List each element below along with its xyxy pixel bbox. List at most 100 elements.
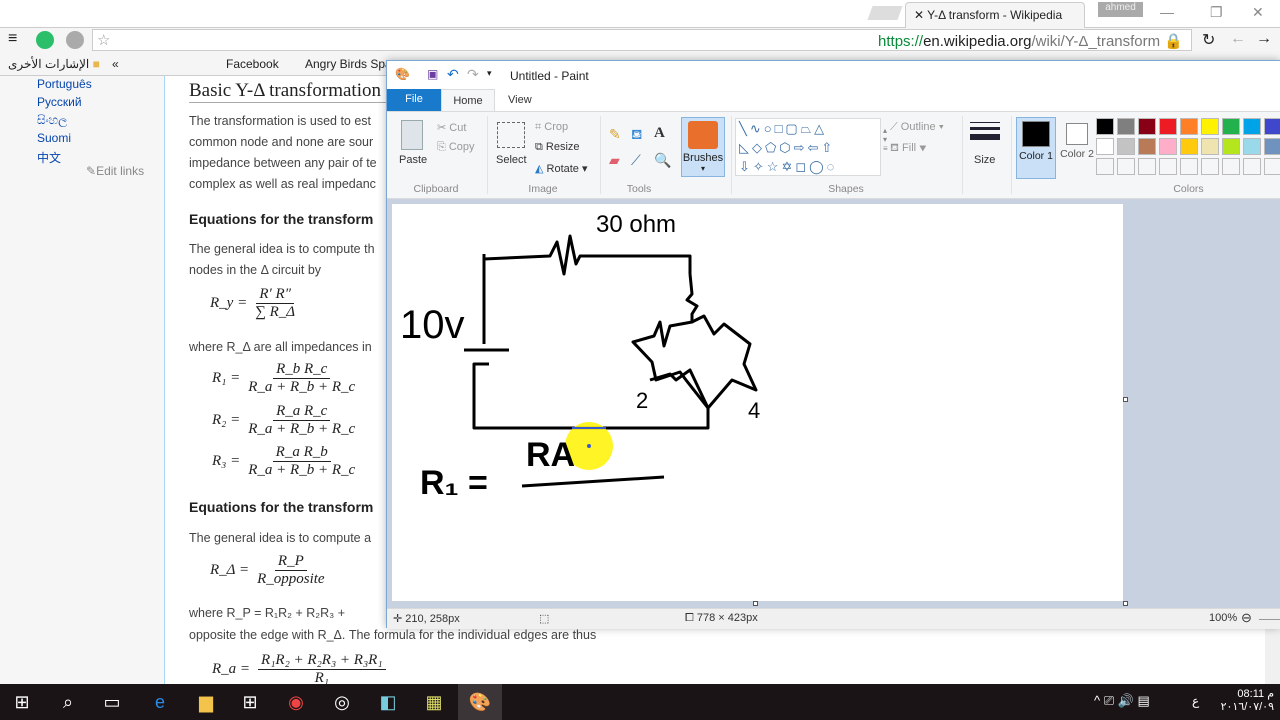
restore-icon[interactable]: ❐ <box>1210 4 1223 21</box>
cut-button[interactable]: ✂ Cut <box>437 121 466 134</box>
paste-button[interactable]: Paste <box>399 154 427 166</box>
clock[interactable]: 08:11 م ٢٠١٦/٠٧/٠٩ <box>1218 687 1274 713</box>
palette-swatch[interactable] <box>1222 118 1240 135</box>
shapes-scroll[interactable]: ▴ ▾ ≡ <box>883 126 888 153</box>
quick-access-dropdown-icon[interactable]: ▾ <box>487 68 492 79</box>
color2-button[interactable]: Color 2 <box>1059 117 1095 179</box>
close-window-icon[interactable]: ✕ <box>1252 4 1264 21</box>
palette-swatch[interactable] <box>1117 158 1135 175</box>
tab-view[interactable]: View <box>508 94 532 106</box>
palette-swatch[interactable] <box>1243 118 1261 135</box>
palette-swatch[interactable] <box>1201 158 1219 175</box>
size-button[interactable]: Size <box>974 154 995 166</box>
edge-icon[interactable]: e <box>138 684 182 720</box>
copy-button[interactable]: ⎘ Copy <box>437 141 475 154</box>
back-icon[interactable]: ← <box>1230 30 1246 48</box>
close-tab-icon[interactable]: ✕ <box>914 8 927 22</box>
bookmarks-chevron[interactable]: « <box>112 57 119 71</box>
fill-bucket-icon[interactable]: ⛾ <box>631 126 642 145</box>
brushes-button[interactable]: Brushes ▾ <box>681 117 725 177</box>
palette-swatch[interactable] <box>1117 138 1135 155</box>
app-icon[interactable]: ◎ <box>320 684 364 720</box>
other-bookmarks[interactable]: الإشارات الأخرى ■ <box>8 57 100 71</box>
palette-swatch[interactable] <box>1201 138 1219 155</box>
palette-swatch[interactable] <box>1159 118 1177 135</box>
resize-handle[interactable] <box>1123 601 1128 606</box>
resize-handle[interactable] <box>1123 397 1128 402</box>
minimize-icon[interactable]: — <box>1160 4 1174 20</box>
magnifier-icon[interactable]: 🔍 <box>654 152 671 169</box>
shapes-gallery[interactable]: ╲∿○□▢⏢△ ◺◇⬠⬡⇨⇦⇧ ⇩✧☆✡◻◯◌ <box>735 118 881 176</box>
new-tab-button[interactable] <box>867 6 903 20</box>
palette-swatch[interactable] <box>1180 138 1198 155</box>
tab-home[interactable]: Home <box>441 89 495 112</box>
palette-swatch[interactable] <box>1096 118 1114 135</box>
tray-icons[interactable]: ^ ⎚ 🔊 ▤ <box>1094 693 1150 709</box>
forward-icon[interactable]: → <box>1256 30 1272 48</box>
palette-swatch[interactable] <box>1222 158 1240 175</box>
resize-handle[interactable] <box>753 601 758 606</box>
redo-icon[interactable]: ↷ <box>467 66 479 83</box>
menu-icon[interactable]: ≡ <box>8 30 17 48</box>
color1-button[interactable]: Color 1 <box>1016 117 1056 179</box>
drawing-canvas[interactable]: 30 ohm 10v 2 4 R₁ = RA <box>392 204 1123 601</box>
palette-swatch[interactable] <box>1201 118 1219 135</box>
paint-app-icon[interactable]: 🎨 <box>395 67 410 81</box>
color-picker-icon[interactable]: ⟋ <box>631 152 641 169</box>
select-button[interactable]: Select <box>496 154 527 166</box>
palette-swatch[interactable] <box>1096 138 1114 155</box>
save-icon[interactable]: ▣ <box>427 67 438 81</box>
palette-swatch[interactable] <box>1264 138 1280 155</box>
palette-swatch[interactable] <box>1138 118 1156 135</box>
file-explorer-icon[interactable]: ▆ <box>184 684 228 720</box>
palette-swatch[interactable] <box>1222 138 1240 155</box>
palette-swatch[interactable] <box>1243 138 1261 155</box>
bookmark-facebook[interactable]: Facebook <box>226 57 279 71</box>
palette-swatch[interactable] <box>1159 138 1177 155</box>
start-windows-icon[interactable]: ⊞ <box>0 684 44 720</box>
resize-button[interactable]: ⧉ Resize <box>535 141 580 154</box>
calculator-icon[interactable]: ▦ <box>412 684 456 720</box>
store-icon[interactable]: ⊞ <box>228 684 272 720</box>
app-icon-2[interactable]: ◧ <box>366 684 410 720</box>
pencil-icon[interactable]: ✎ <box>609 126 621 143</box>
tab-wikipedia[interactable]: ✕ Y-Δ transform - Wikipedia <box>905 2 1085 28</box>
task-view-icon[interactable]: ▭ <box>90 684 134 720</box>
eraser-icon[interactable]: ▰ <box>609 152 620 169</box>
edit-links[interactable]: ✎Edit links <box>86 164 144 178</box>
palette-swatch[interactable] <box>1096 158 1114 175</box>
reload-icon[interactable]: ↻ <box>1202 30 1215 50</box>
lang-link[interactable]: Русский <box>37 95 82 109</box>
extension-icon-2[interactable] <box>66 31 84 49</box>
palette-swatch[interactable] <box>1117 118 1135 135</box>
lang-link[interactable]: Suomi <box>37 131 71 145</box>
palette-swatch[interactable] <box>1243 158 1261 175</box>
outline-button[interactable]: ⟋ Outline ▾ <box>890 121 944 134</box>
star-icon[interactable]: ☆ <box>97 31 110 49</box>
palette-swatch[interactable] <box>1138 138 1156 155</box>
palette-swatch[interactable] <box>1180 158 1198 175</box>
rotate-button[interactable]: ◭ Rotate ▾ <box>535 162 588 175</box>
paint-taskbar-icon[interactable]: 🎨 <box>458 684 502 720</box>
profile-button[interactable]: ahmed <box>1098 2 1143 17</box>
undo-icon[interactable]: ↶ <box>447 66 459 83</box>
palette-swatch[interactable] <box>1159 158 1177 175</box>
palette-swatch[interactable] <box>1138 158 1156 175</box>
zoom-out-button[interactable]: ⊖ <box>1241 610 1252 626</box>
palette-swatch[interactable] <box>1264 118 1280 135</box>
zoom-slider[interactable] <box>1259 619 1280 620</box>
palette-swatch[interactable] <box>1180 118 1198 135</box>
address-bar[interactable]: ☆ https://en.wikipedia.org/wiki/Y-Δ_tran… <box>92 29 1192 51</box>
bookmark-angry-birds[interactable]: Angry Birds Spa <box>305 57 392 71</box>
palette-swatch[interactable] <box>1264 158 1280 175</box>
text-icon[interactable]: A <box>654 125 665 142</box>
lang-link[interactable]: සිංහල <box>37 113 67 128</box>
lang-link[interactable]: 中文 <box>37 149 61 166</box>
extension-icon[interactable] <box>36 31 54 49</box>
input-language[interactable]: ع <box>1192 694 1199 708</box>
lang-link[interactable]: Português <box>37 77 92 91</box>
fill-button[interactable]: ⛾ Fill ▾ <box>890 142 927 156</box>
chrome-icon[interactable]: ◉ <box>274 684 318 720</box>
search-icon[interactable]: ⌕ <box>46 684 90 720</box>
tab-file[interactable]: File <box>387 89 441 111</box>
